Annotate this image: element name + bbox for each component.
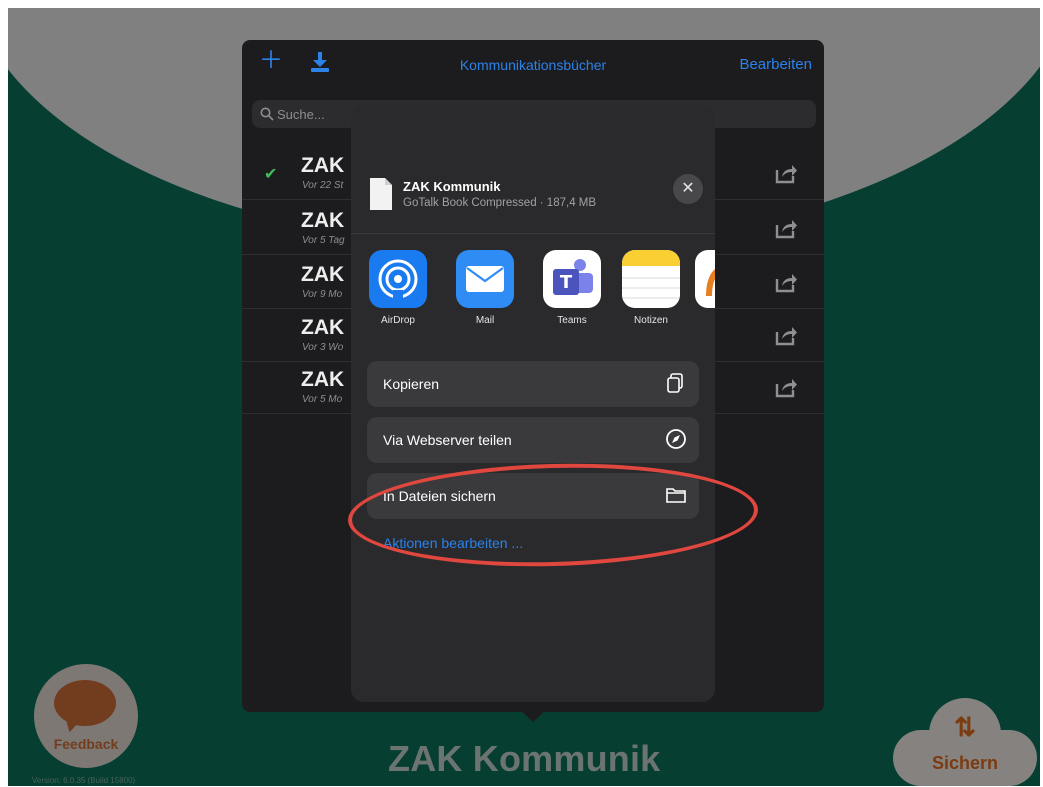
svg-text:T: T <box>560 272 573 293</box>
search-placeholder: Suche... <box>277 107 325 122</box>
app-name: Teams <box>557 315 587 326</box>
book-title: ZAK I <box>301 263 356 286</box>
file-meta: GoTalk Book Compressed · 187,4 MB <box>403 197 597 209</box>
share-icon[interactable] <box>774 376 798 398</box>
app-name: Mail <box>475 315 495 326</box>
checkmark-icon: ✔ <box>264 166 278 183</box>
app-name: Fr <box>689 315 715 326</box>
share-icon[interactable] <box>774 324 798 346</box>
share-app-freeform[interactable]: Fr <box>689 250 715 326</box>
file-name: ZAK Kommunik <box>403 179 501 194</box>
book-title: ZAK I <box>301 209 356 232</box>
share-icon[interactable] <box>774 271 798 293</box>
book-date: Vor 5 Mo <box>302 394 343 405</box>
share-icon[interactable] <box>774 162 798 184</box>
popover-arrow <box>520 710 546 722</box>
book-date: Vor 22 St <box>302 180 344 191</box>
popover-navbar: ＋ Kommunikationsbücher Bearbeiten <box>242 40 824 86</box>
action-label: Kopieren <box>383 376 440 392</box>
airdrop-icon <box>369 250 427 308</box>
action-label: Via Webserver teilen <box>383 432 512 448</box>
ipad-screen: Feedback Version: 6.0.35 (Build 15800) Z… <box>8 8 1040 786</box>
book-date: Vor 3 Wo <box>302 342 344 353</box>
book-title: ZAK I <box>301 368 356 391</box>
share-app-mail[interactable]: Mail <box>450 250 520 326</box>
share-icon[interactable] <box>774 217 798 239</box>
document-icon <box>370 178 392 210</box>
popover-title: Kommunikationsbücher <box>459 57 607 73</box>
teams-icon: T <box>543 250 601 308</box>
app-name: AirDrop <box>381 315 415 326</box>
freeform-icon <box>695 250 715 308</box>
share-app-notes[interactable]: Notizen <box>616 250 686 326</box>
share-sheet: ZAK Kommunik GoTalk Book Compressed · 18… <box>351 105 715 702</box>
divider <box>351 233 715 234</box>
share-app-airdrop[interactable]: AirDrop <box>363 250 433 326</box>
webserver-share-button[interactable]: Via Webserver teilen <box>367 417 699 463</box>
notes-icon <box>622 250 680 308</box>
copy-button[interactable]: Kopieren <box>367 361 699 407</box>
book-title: ZAK I <box>301 316 356 339</box>
edit-button[interactable]: Bearbeiten <box>739 56 812 73</box>
search-icon <box>260 107 274 121</box>
book-date: Vor 9 Mo <box>302 289 343 300</box>
app-name: Notizen <box>634 315 668 326</box>
copy-icon <box>667 373 683 393</box>
book-date: Vor 5 Tag <box>302 235 345 246</box>
book-title: ZAK I <box>301 154 356 177</box>
share-app-teams[interactable]: T Teams <box>537 250 607 326</box>
compass-icon <box>666 429 686 449</box>
mail-icon <box>456 250 514 308</box>
close-icon[interactable]: ✕ <box>673 174 703 204</box>
